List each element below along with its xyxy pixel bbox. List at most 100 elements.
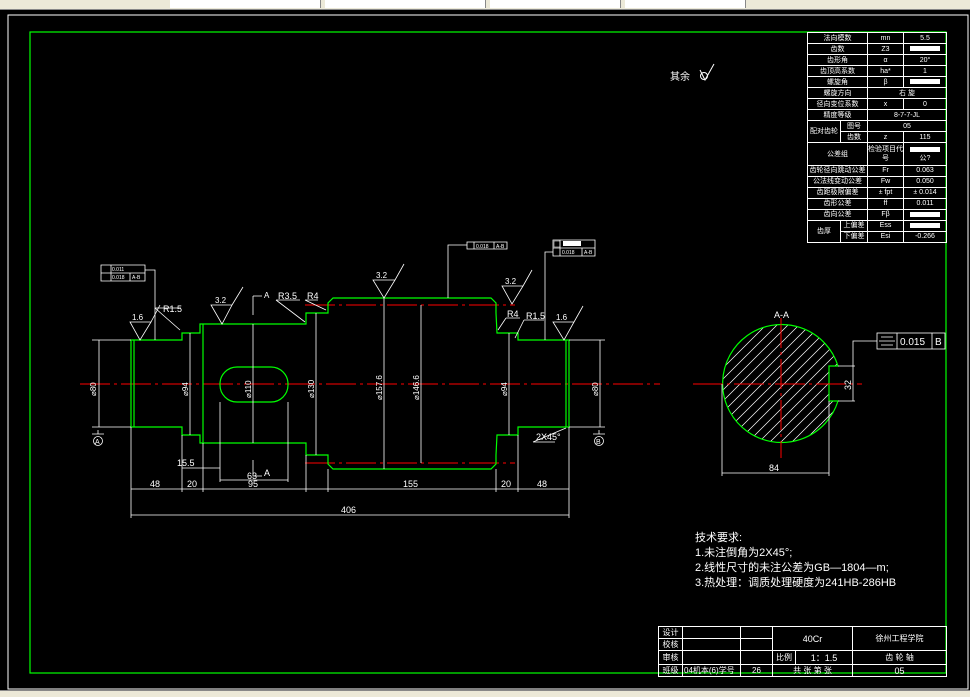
student-no-label: 学号 — [718, 666, 735, 675]
table-cell: 齿轮径向跳动公差 — [807, 164, 868, 177]
table-cell: Fw — [867, 175, 904, 188]
table-cell: 齿形角 — [807, 54, 868, 67]
table-cell: ha* — [867, 65, 904, 78]
section-mark: A — [264, 468, 270, 478]
title-block: 设计 40Cr 徐州工程学院 校核 审核 比例 1：1.5 齿 轮 轴 班级 0… — [658, 626, 948, 677]
diameter-label: ⌀94 — [500, 382, 509, 396]
surface-roughness-icon — [699, 63, 715, 82]
redacted-value — [910, 146, 940, 152]
gdt-value: 0.015 — [900, 337, 925, 348]
keyway-dim-label: 32 — [843, 380, 853, 390]
table-cell: 齿向公差 — [807, 208, 868, 221]
dim-label: 15.5 — [177, 458, 195, 468]
table-cell — [903, 208, 947, 221]
table-row: 螺旋方向右 旋 — [807, 87, 947, 100]
table-cell: 径向变位系数 — [807, 98, 868, 111]
table-cell: 齿厚 — [807, 219, 841, 244]
tech-requirement-item: 3.热处理：调质处理硬度为241HB-286HB — [695, 575, 896, 589]
table-cell: 1 — [903, 65, 947, 78]
table-cell: 上偏差 — [840, 219, 868, 232]
review-label: 审核 — [658, 650, 683, 665]
table-cell: β — [867, 76, 904, 89]
section-title: A-A — [774, 310, 789, 320]
gear-parameter-table: 法向模数 mn 5.5 齿数 Z3 齿形角 α 20° 齿顶高系数 ha* 1 螺旋角 β 螺旋方向右 旋… — [807, 31, 947, 244]
student-no: 26 — [740, 664, 773, 677]
table-cell: 0.063 — [903, 164, 947, 177]
section-mark: A — [264, 291, 270, 300]
table-row: 精度等级 8-7-7-JL — [807, 109, 947, 122]
diameter-label: ⌀110 — [244, 380, 253, 398]
redacted-value — [910, 46, 940, 52]
table-cell: 图号 — [840, 120, 868, 133]
table-row: 法向模数 mn 5.5 — [807, 31, 947, 45]
radius-label: R3.5 — [278, 291, 297, 301]
table-cell: α — [867, 54, 904, 67]
redacted-value — [910, 211, 940, 217]
radius-label: R4 — [507, 309, 519, 319]
table-cell: 检验项目代号 — [867, 142, 904, 166]
table-row: 齿形角 α 20° — [807, 54, 947, 67]
part-name: 齿 轮 轴 — [852, 650, 948, 665]
datum-a: A — [95, 439, 100, 446]
gdt-value: 0.018 — [476, 244, 489, 250]
table-cell: ± fpt — [867, 186, 904, 199]
table-cell: 螺旋方向 — [807, 87, 868, 100]
roughness-note-label: 其余 — [670, 70, 690, 83]
table-cell: Fβ — [867, 208, 904, 221]
table-row: 径向变位系数 x 0 — [807, 98, 947, 111]
table-row: 齿顶高系数 ha* 1 — [807, 65, 947, 78]
table-cell: ± 0.014 — [903, 186, 947, 199]
length-label: 48 — [537, 479, 547, 489]
table-row: 齿数 Z3 — [807, 43, 947, 56]
gdt-value: 0.018 — [562, 250, 575, 256]
table-cell: 05 — [867, 120, 947, 133]
table-cell: 公? — [903, 142, 947, 166]
redacted-value — [910, 79, 940, 85]
table-cell: 右 旋 — [867, 87, 947, 100]
tech-requirements-title: 技术要求: — [695, 531, 742, 544]
table-cell: Ess — [867, 219, 904, 232]
scale-value: 1：1.5 — [794, 650, 854, 665]
drawing-number: 05 — [852, 664, 948, 677]
table-cell: 公法线变动公差 — [807, 175, 868, 188]
material: 40Cr — [771, 626, 854, 651]
table-cell: 螺旋角 — [807, 76, 868, 89]
design-label: 设计 — [658, 626, 683, 639]
gdt-symbol-icon — [553, 240, 561, 248]
redacted-value — [910, 222, 940, 228]
table-cell: 法向模数 — [807, 31, 868, 45]
diameter-label: ⌀94 — [181, 382, 190, 396]
datum-b: B — [596, 439, 601, 446]
radius-label: R1.5 — [526, 311, 545, 321]
diameter-label: ⌀157.6 — [375, 375, 384, 400]
table-cell: 齿顶高系数 — [807, 65, 868, 78]
length-label: 48 — [150, 479, 160, 489]
tech-requirement-item: 2.线性尺寸的未注公差为GB—1804—m; — [695, 560, 889, 574]
table-cell: 0.011 — [903, 197, 947, 210]
table-row: 公差组 检验项目代号 公? — [807, 142, 947, 166]
table-cell: 8-7-7-JL — [867, 109, 947, 122]
roughness-label: 3.2 — [215, 296, 227, 305]
table-cell: 5.5 — [903, 31, 947, 45]
table-cell: ff — [867, 197, 904, 210]
table-row: 配对齿轮 图号 05 — [807, 120, 947, 144]
sheet-count: 共 张 第 张 — [771, 664, 854, 677]
dim-label: 63 — [247, 471, 257, 481]
dimension-lines — [92, 239, 605, 518]
table-cell: mn — [867, 31, 904, 45]
check-label: 校核 — [658, 638, 683, 651]
table-cell: 配对齿轮 — [807, 120, 841, 144]
length-label: 20 — [187, 479, 197, 489]
gdt-datum: A-B — [496, 244, 505, 250]
table-row: 齿距极限偏差 ± fpt ± 0.014 — [807, 186, 947, 199]
table-cell — [903, 219, 947, 232]
table-cell: Fr — [867, 164, 904, 177]
gdt-datum: A-B — [584, 250, 593, 256]
gdt-datum: A-B — [132, 275, 141, 281]
table-row: 齿轮径向跳动公差 Fr 0.063 — [807, 164, 947, 177]
table-cell: z — [867, 131, 904, 144]
chamfer-label: 2X45° — [536, 432, 561, 442]
class-label: 班级 — [658, 664, 683, 677]
diameter-label: ⌀130 — [307, 379, 316, 398]
scale-label: 比例 — [772, 650, 796, 665]
